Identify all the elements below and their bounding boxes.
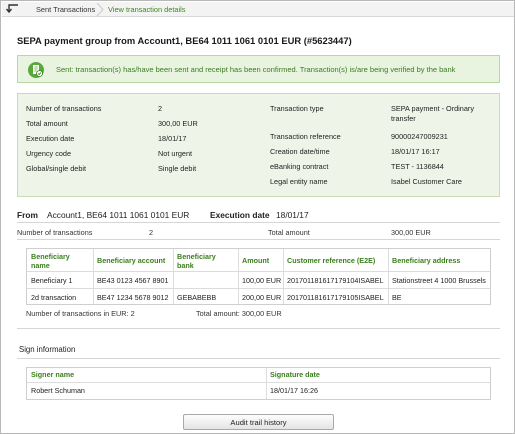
info-label-global-single-debit: Global/single debit: [26, 164, 87, 173]
cell-amount: 100,00 EUR: [242, 276, 282, 285]
info-value-global-single-debit: Single debit: [158, 164, 197, 173]
info-label-transaction-reference: Transaction reference: [270, 132, 341, 141]
info-label-total-amount: Total amount: [26, 119, 68, 128]
summary-count-label: Number of transactions: [17, 228, 93, 237]
info-value-execution-date: 18/01/17: [158, 134, 187, 143]
column-divider: [266, 368, 267, 399]
chevron-right-icon: [96, 3, 104, 16]
header-beneficiary-address: Beneficiary address: [392, 256, 461, 265]
page-title: SEPA payment group from Account1, BE64 1…: [17, 35, 352, 46]
column-divider: [93, 249, 94, 304]
header-signature-date: Signature date: [270, 370, 320, 379]
execution-date-value: 18/01/17: [276, 210, 309, 220]
header-beneficiary-name: Beneficiary name: [31, 252, 70, 270]
cell-customer-reference: 20170118161717910​4ISABEL: [287, 276, 384, 285]
column-divider: [238, 249, 239, 304]
breadcrumb: Sent Transactions View transaction detai…: [2, 2, 514, 17]
info-value-transaction-type-cont: transfer: [391, 114, 416, 123]
status-message-text: Sent: transaction(s) has/have been sent …: [56, 65, 456, 74]
back-arrow-icon: [5, 4, 18, 14]
beneficiaries-table: Beneficiary name Beneficiary account Ben…: [26, 248, 491, 305]
back-button[interactable]: [4, 3, 24, 15]
from-account: Account1, BE64 1011 1061 0101 EUR: [47, 210, 190, 220]
sign-table: Signer name Signature date Robert Schuma…: [26, 367, 491, 400]
info-value-transaction-reference: 90000247009231: [391, 132, 448, 141]
transaction-info-panel: Number of transactions 2 Total amount 30…: [17, 93, 500, 197]
divider: [17, 328, 500, 329]
breadcrumb-item-sent-transactions[interactable]: Sent Transactions: [36, 5, 95, 14]
info-value-ebanking-contract: TEST - 1136844: [391, 162, 444, 171]
summary-total-value: 300,00 EUR: [391, 228, 431, 237]
header-signer-name: Signer name: [31, 370, 75, 379]
cell-beneficiary-account: BE47 1234 5678 9012: [97, 293, 169, 302]
sent-confirmed-icon: [28, 62, 44, 78]
column-divider: [283, 249, 284, 304]
info-label-urgency-code: Urgency code: [26, 149, 72, 158]
info-label-creation-date-time: Creation date/time: [270, 147, 330, 156]
cell-signature-date: 18/01/17 16:26: [270, 386, 318, 395]
info-label-transaction-type: Transaction type: [270, 104, 324, 113]
cell-amount: 200,00 EUR: [242, 293, 282, 302]
table-footer-total: Total amount: 300,00 EUR: [196, 309, 282, 318]
audit-trail-history-button[interactable]: Audit trail history: [183, 414, 334, 430]
cell-beneficiary-name: 2d transaction: [31, 293, 77, 302]
divider: [17, 239, 500, 240]
info-value-number-of-transactions: 2: [158, 104, 163, 113]
cell-beneficiary-address: Stationstreet 4 1000 Brussels: [392, 276, 486, 285]
summary-count-value: 2: [149, 228, 154, 237]
info-label-execution-date: Execution date: [26, 134, 75, 143]
header-beneficiary-account: Beneficiary account: [97, 256, 166, 265]
breadcrumb-item-current: View transaction details: [108, 5, 186, 14]
header-amount: Amount: [242, 256, 270, 265]
header-customer-reference: Customer reference (E2E): [287, 256, 376, 265]
header-beneficiary-bank: Beneficiary bank: [177, 252, 216, 270]
table-footer-count: Number of transactions in EUR: 2: [26, 309, 135, 318]
column-divider: [388, 249, 389, 304]
info-label-legal-entity-name: Legal entity name: [270, 177, 328, 186]
info-value-legal-entity-name: Isabel Customer Care: [391, 177, 462, 186]
cell-customer-reference: 20170118161717910​5ISABEL: [287, 293, 384, 302]
cell-beneficiary-account: BE43 0123 4567 8901: [97, 276, 169, 285]
cell-beneficiary-address: BE: [392, 293, 402, 302]
from-label: From: [17, 210, 38, 220]
window-frame: Sent Transactions View transaction detai…: [0, 0, 515, 434]
summary-total-label: Total amount: [268, 228, 310, 237]
row-divider: [27, 288, 490, 289]
info-value-transaction-type: SEPA payment - Ordinary: [391, 104, 475, 113]
divider: [17, 358, 500, 359]
column-divider: [173, 249, 174, 304]
info-value-urgency-code: Not urgent: [158, 149, 193, 158]
cell-beneficiary-name: Beneficiary 1: [31, 276, 73, 285]
info-value-creation-date-time: 18/01/17 16:17: [391, 147, 440, 156]
row-divider: [27, 271, 490, 272]
row-divider: [27, 382, 490, 383]
execution-date-label: Execution date: [210, 210, 270, 220]
status-message: Sent: transaction(s) has/have been sent …: [17, 55, 500, 83]
info-label-number-of-transactions: Number of transactions: [26, 104, 102, 113]
info-value-total-amount: 300,00 EUR: [158, 119, 198, 128]
divider: [17, 222, 500, 223]
cell-beneficiary-bank: GEBABEBB: [177, 293, 217, 302]
sign-information-title: Sign information: [19, 345, 76, 354]
info-label-ebanking-contract: eBanking contract: [270, 162, 329, 171]
cell-signer-name: Robert Schuman: [31, 386, 85, 395]
